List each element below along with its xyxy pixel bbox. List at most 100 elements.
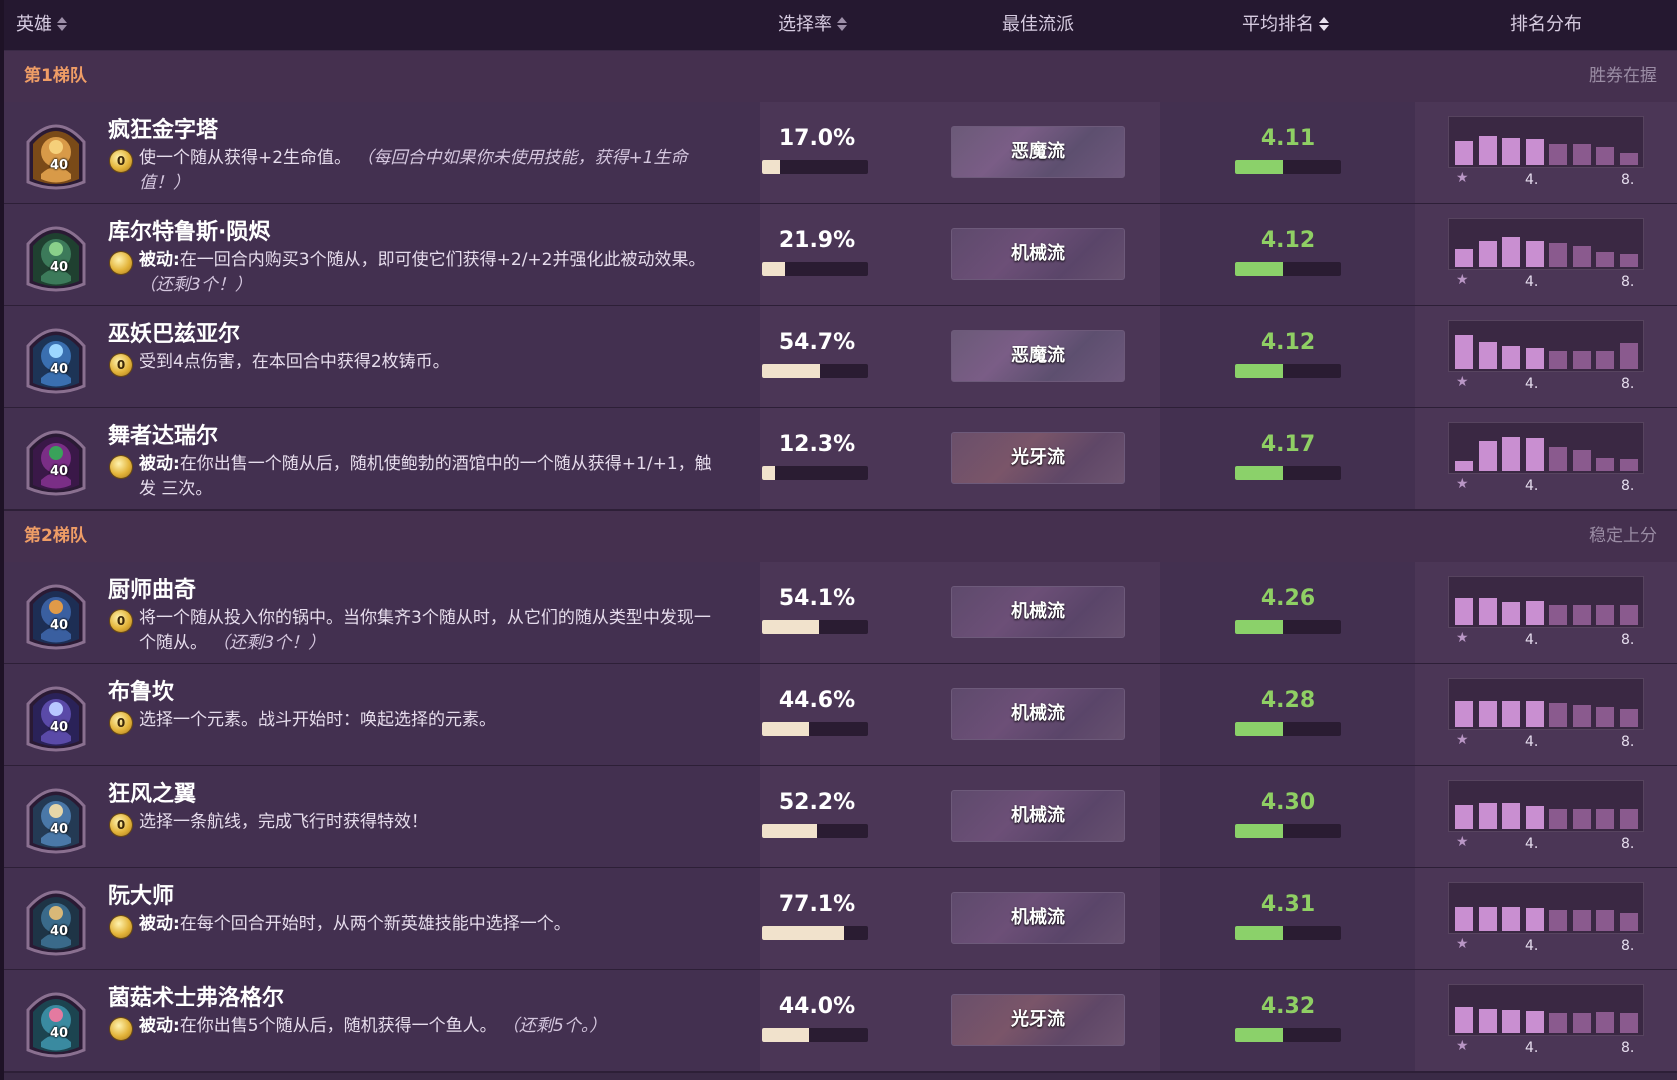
header-pick-rate[interactable]: 选择率 <box>778 0 848 50</box>
rank-dist-bar <box>1525 438 1544 471</box>
hero-name[interactable]: 厨师曲奇 <box>108 572 196 604</box>
hero-row[interactable]: 40 菌菇术士弗洛格尔 被动:在你出售5个随从后，随机获得一个鱼人。 （还剩5个… <box>0 970 1677 1073</box>
rank-dist-bar <box>1502 437 1520 471</box>
axis-label-4: 4. <box>1525 734 1539 750</box>
rank-dist-bar <box>1455 249 1473 267</box>
rank-dist-bar <box>1455 701 1473 727</box>
header-hero[interactable]: 英雄 <box>16 0 68 50</box>
avg-rank-value: 4.30 <box>1260 790 1316 815</box>
power-text: 选择一条航线，完成飞行时获得特效！ <box>139 812 428 832</box>
coin-cost: 0 <box>116 154 126 168</box>
best-comp-button[interactable]: 机械流 <box>951 228 1125 280</box>
tier-note: 稳定上分 <box>1589 526 1657 546</box>
rank-dist-bar <box>1619 913 1638 931</box>
pick-rate-bar <box>762 722 868 736</box>
rank-dist-bar <box>1619 459 1638 471</box>
pick-rate-value: 44.6% <box>778 688 856 713</box>
pick-rate-bar <box>762 824 868 838</box>
avg-rank-fill <box>1235 160 1283 174</box>
best-comp-button[interactable]: 光牙流 <box>951 994 1125 1046</box>
best-comp-label: 光牙流 <box>1011 447 1065 468</box>
lich-bazhial-hero-portrait[interactable] <box>24 320 88 394</box>
hero-name[interactable]: 阮大师 <box>108 878 174 910</box>
axis-label-8: 8. <box>1621 836 1635 852</box>
avg-rank-bar <box>1235 262 1341 276</box>
rank-dist-bar <box>1525 348 1544 369</box>
hero-row[interactable]: 40 狂风之翼 0 选择一条航线，完成飞行时获得特效！ 52.2% 机械流 4.… <box>0 766 1677 869</box>
best-comp-button[interactable]: 恶魔流 <box>951 330 1125 382</box>
rank-dist-bar <box>1619 709 1638 727</box>
dancin-daryl-hero-portrait[interactable] <box>24 422 88 496</box>
avg-rank-fill <box>1235 722 1283 736</box>
rank-dist-bar <box>1525 806 1544 829</box>
rank-dist-bar <box>1549 243 1567 267</box>
cookie-hero-portrait[interactable] <box>24 576 88 650</box>
hero-name[interactable]: 库尔特鲁斯·陨烬 <box>108 214 270 246</box>
tier-label: 第1梯队 <box>24 66 87 86</box>
best-comp-button[interactable]: 机械流 <box>951 586 1125 638</box>
passive-keyword: 被动: <box>139 454 180 474</box>
pick-rate-fill <box>762 262 786 276</box>
galewing-hero-portrait[interactable] <box>24 780 88 854</box>
hero-name[interactable]: 菌菇术士弗洛格尔 <box>108 980 284 1012</box>
hero-power-desc: 使一个随从获得+2生命值。 （每回合中如果你未使用技能，获得+1生命值！） <box>139 146 719 196</box>
sort-icon[interactable] <box>56 16 68 32</box>
best-comp-label: 恶魔流 <box>1011 345 1065 366</box>
rank-dist-bar <box>1549 703 1567 727</box>
rank-dist-axis: ★ 4. 8. <box>1448 272 1644 292</box>
best-comp-button[interactable]: 光牙流 <box>951 432 1125 484</box>
hero-armor: 40 <box>50 464 69 479</box>
star-icon: ★ <box>1456 374 1469 390</box>
header-avg-rank[interactable]: 平均排名 <box>1242 0 1330 50</box>
hero-row[interactable]: 40 舞者达瑞尔 被动:在你出售一个随从后，随机使鲍勃的酒馆中的一个随从获得+1… <box>0 408 1677 511</box>
hero-row[interactable]: 40 厨师曲奇 0 将一个随从投入你的锅中。当你集齐3个随从时，从它们的随从类型… <box>0 562 1677 665</box>
hero-row[interactable]: 40 布鲁坎 0 选择一个元素。战斗开始时：唤起选择的元素。 44.6% 机械流… <box>0 664 1677 767</box>
bru-kan-hero-portrait[interactable] <box>24 678 88 752</box>
kurtrus-hero-portrait[interactable] <box>24 218 88 292</box>
best-comp-button[interactable]: 恶魔流 <box>951 126 1125 178</box>
sort-icon[interactable] <box>836 16 848 32</box>
rank-dist-bar <box>1596 809 1614 829</box>
rank-dist-bar <box>1619 254 1638 267</box>
left-edge-divider <box>0 0 4 1080</box>
rank-dist-bar <box>1502 701 1520 727</box>
best-comp-button[interactable]: 机械流 <box>951 688 1125 740</box>
star-icon: ★ <box>1456 476 1469 492</box>
hero-name[interactable]: 疯狂金字塔 <box>108 112 218 144</box>
best-comp-label: 机械流 <box>1011 601 1065 622</box>
row-shade <box>1160 102 1415 203</box>
pick-rate-bar <box>762 1028 868 1042</box>
pyramid-hero-portrait[interactable] <box>24 116 88 190</box>
hero-name[interactable]: 舞者达瑞尔 <box>108 418 218 450</box>
row-shade <box>1160 766 1415 867</box>
pick-rate-value: 44.0% <box>778 994 856 1019</box>
hero-row[interactable]: 40 疯狂金字塔 0 使一个随从获得+2生命值。 （每回合中如果你未使用技能，获… <box>0 102 1677 205</box>
pick-rate-fill <box>762 1028 809 1042</box>
hero-name[interactable]: 布鲁坎 <box>108 674 174 706</box>
power-note: （还剩3个！） <box>139 275 252 295</box>
rank-dist-chart <box>1448 882 1644 934</box>
axis-label-8: 8. <box>1621 274 1635 290</box>
rank-dist-bar <box>1502 907 1520 931</box>
hero-name[interactable]: 巫妖巴兹亚尔 <box>108 316 240 348</box>
sort-icon[interactable] <box>1318 16 1330 32</box>
hero-name[interactable]: 狂风之翼 <box>108 776 196 808</box>
hero-power-desc: 受到4点伤害，在本回合中获得2枚铸币。 <box>139 350 719 375</box>
star-icon: ★ <box>1456 834 1469 850</box>
hero-row[interactable]: 40 巫妖巴兹亚尔 0 受到4点伤害，在本回合中获得2枚铸币。 54.7% 恶魔… <box>0 306 1677 409</box>
master-nguyen-hero-portrait[interactable] <box>24 882 88 956</box>
flurgl-hero-portrait[interactable] <box>24 984 88 1058</box>
header-best-comp: 最佳流派 <box>1002 14 1074 35</box>
rank-dist-bar <box>1455 805 1473 829</box>
best-comp-button[interactable]: 机械流 <box>951 892 1125 944</box>
row-shade <box>1160 868 1415 969</box>
hero-row[interactable]: 40 阮大师 被动:在每个回合开始时，从两个新英雄技能中选择一个。 77.1% … <box>0 868 1677 971</box>
rank-dist-chart <box>1448 116 1644 168</box>
hero-power-desc: 被动:在每个回合开始时，从两个新英雄技能中选择一个。 <box>139 912 719 937</box>
axis-label-8: 8. <box>1621 376 1635 392</box>
axis-label-4: 4. <box>1525 836 1539 852</box>
best-comp-label: 机械流 <box>1011 243 1065 264</box>
rank-dist-axis: ★ 4. 8. <box>1448 1038 1644 1058</box>
hero-row[interactable]: 40 库尔特鲁斯·陨烬 被动:在一回合内购买3个随从，即可使它们获得+2/+2并… <box>0 204 1677 307</box>
best-comp-button[interactable]: 机械流 <box>951 790 1125 842</box>
